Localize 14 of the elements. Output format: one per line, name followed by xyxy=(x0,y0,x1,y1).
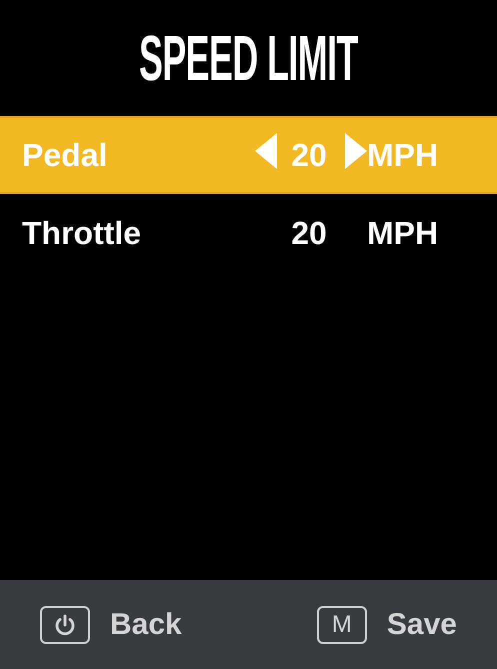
setting-value: 20 xyxy=(290,136,328,174)
right-arrow-icon[interactable] xyxy=(345,133,367,169)
key-label: M xyxy=(316,606,367,644)
setting-label: Throttle xyxy=(22,214,142,252)
screen-title: SPEED LIMIT xyxy=(139,26,358,90)
setting-row[interactable]: Throttle 20 MPH xyxy=(0,194,497,270)
unit-label: MPH xyxy=(367,136,440,174)
setting-label: Pedal xyxy=(22,136,108,174)
power-key-icon xyxy=(40,606,90,644)
back-button[interactable]: Back xyxy=(40,606,182,644)
unit-label: MPH xyxy=(367,214,440,252)
setting-value: 20 xyxy=(290,214,328,252)
left-arrow-icon[interactable] xyxy=(255,133,277,169)
save-button[interactable]: M Save xyxy=(316,606,457,644)
